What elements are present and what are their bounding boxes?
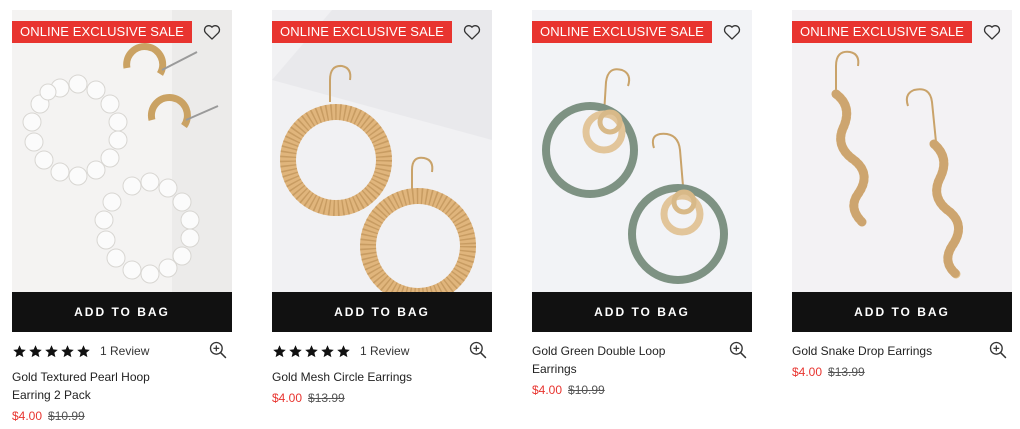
star-icon — [321, 344, 334, 357]
sale-badge: ONLINE EXCLUSIVE SALE — [532, 21, 712, 43]
product-image-link[interactable]: ONLINE EXCLUSIVE SALE — [792, 10, 1012, 292]
product-image — [272, 10, 492, 292]
product-image — [792, 10, 1012, 292]
star-icon — [61, 344, 74, 357]
product-image — [12, 10, 232, 292]
star-icon — [337, 344, 350, 357]
product-info: Gold Green Double Loop Earrings $4.00 $10… — [532, 332, 752, 397]
product-image-link[interactable]: ONLINE EXCLUSIVE SALE — [12, 10, 232, 292]
price: $4.00 $10.99 — [12, 409, 232, 423]
product-info: Gold Snake Drop Earrings $4.00 $13.99 — [792, 332, 1012, 379]
review-count-link[interactable]: 1 Review — [360, 344, 409, 358]
original-price: $10.99 — [48, 409, 85, 423]
product-card: ONLINE EXCLUSIVE SALE ADD TO BAG 1 Revie… — [272, 10, 492, 405]
heart-icon[interactable] — [202, 22, 222, 42]
original-price: $13.99 — [828, 365, 865, 379]
star-icon — [29, 344, 42, 357]
review-count-link[interactable]: 1 Review — [100, 344, 149, 358]
heart-icon[interactable] — [722, 22, 742, 42]
sale-badge: ONLINE EXCLUSIVE SALE — [12, 21, 192, 43]
sale-price: $4.00 — [532, 383, 563, 397]
star-icon — [289, 344, 302, 357]
add-to-bag-button[interactable]: ADD TO BAG — [792, 292, 1012, 332]
product-grid: ONLINE EXCLUSIVE SALE ADD TO BAG 1 Revie… — [0, 0, 1020, 429]
original-price: $13.99 — [308, 391, 345, 405]
price: $4.00 $13.99 — [272, 391, 492, 405]
heart-icon[interactable] — [982, 22, 1002, 42]
zoom-in-icon[interactable] — [208, 340, 228, 360]
star-icon — [45, 344, 58, 357]
product-card: ONLINE EXCLUSIVE SALE ADD TO BAG Gold Sn… — [792, 10, 1012, 379]
zoom-in-icon[interactable] — [468, 340, 488, 360]
sale-badge: ONLINE EXCLUSIVE SALE — [272, 21, 452, 43]
zoom-in-icon[interactable] — [728, 340, 748, 360]
price: $4.00 $13.99 — [792, 365, 1012, 379]
rating: 1 Review — [12, 342, 232, 360]
product-image-link[interactable]: ONLINE EXCLUSIVE SALE — [272, 10, 492, 292]
product-info: 1 Review Gold Mesh Circle Earrings $4.00… — [272, 332, 492, 405]
product-image-link[interactable]: ONLINE EXCLUSIVE SALE — [532, 10, 752, 292]
product-title-link[interactable]: Gold Textured Pearl Hoop Earring 2 Pack — [12, 368, 177, 404]
product-card: ONLINE EXCLUSIVE SALE ADD TO BAG 1 Revie… — [12, 10, 232, 423]
product-card: ONLINE EXCLUSIVE SALE ADD TO BAG Gold Gr… — [532, 10, 752, 397]
heart-icon[interactable] — [462, 22, 482, 42]
price: $4.00 $10.99 — [532, 383, 752, 397]
add-to-bag-button[interactable]: ADD TO BAG — [12, 292, 232, 332]
sale-price: $4.00 — [792, 365, 823, 379]
sale-badge: ONLINE EXCLUSIVE SALE — [792, 21, 972, 43]
rating: 1 Review — [272, 342, 492, 360]
star-icon — [273, 344, 286, 357]
sale-price: $4.00 — [12, 409, 43, 423]
star-icon — [13, 344, 26, 357]
product-image — [532, 10, 752, 292]
star-rating — [272, 344, 352, 359]
add-to-bag-button[interactable]: ADD TO BAG — [272, 292, 492, 332]
star-rating — [12, 344, 92, 359]
product-info: 1 Review Gold Textured Pearl Hoop Earrin… — [12, 332, 232, 423]
star-icon — [305, 344, 318, 357]
zoom-in-icon[interactable] — [988, 340, 1008, 360]
add-to-bag-button[interactable]: ADD TO BAG — [532, 292, 752, 332]
product-title-link[interactable]: Gold Mesh Circle Earrings — [272, 368, 437, 386]
product-title-link[interactable]: Gold Snake Drop Earrings — [792, 342, 957, 360]
original-price: $10.99 — [568, 383, 605, 397]
product-title-link[interactable]: Gold Green Double Loop Earrings — [532, 342, 697, 378]
sale-price: $4.00 — [272, 391, 303, 405]
star-icon — [77, 344, 90, 357]
